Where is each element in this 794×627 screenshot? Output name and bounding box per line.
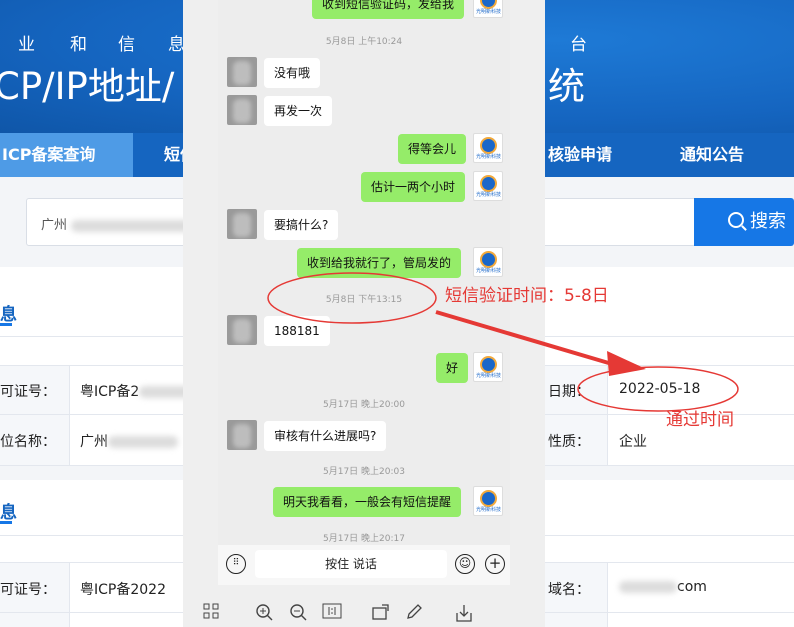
brand-logo-icon bbox=[480, 137, 497, 154]
field-label: 位名称： bbox=[0, 434, 56, 450]
chat-bubble-left[interactable]: 审核有什么进展吗? bbox=[264, 421, 387, 451]
field-value: 粤ICP备2022 bbox=[80, 582, 166, 598]
section-title: 息 bbox=[0, 305, 17, 325]
hold-to-talk-button[interactable]: 按住 说话 bbox=[255, 550, 447, 578]
chat-bubble-right[interactable]: 好 bbox=[436, 353, 469, 383]
field-label: 日期： bbox=[548, 384, 590, 400]
subtitle-char: 业 bbox=[18, 35, 37, 55]
chat-bubble-left[interactable]: 没有哦 bbox=[264, 58, 321, 88]
subtitle-char: 台 bbox=[570, 35, 589, 55]
chat-timestamp: 5月17日 晚上20:17 bbox=[323, 534, 405, 544]
avatar[interactable] bbox=[227, 315, 257, 345]
chat-bubble-left[interactable]: 再发一次 bbox=[264, 96, 333, 126]
brand-logo-icon bbox=[480, 490, 497, 507]
chat-bubble-right[interactable]: 明天我看看，一般会有短信提醒 bbox=[273, 487, 462, 517]
domain-value: com bbox=[619, 579, 707, 595]
search-button[interactable]: 搜索 bbox=[694, 198, 794, 246]
field-value: 粤ICP备2 bbox=[80, 381, 200, 401]
approval-date: 2022-05-18 bbox=[619, 381, 701, 397]
keyboard-icon[interactable]: ⠿ bbox=[226, 554, 246, 574]
chat-timestamp: 5月8日 上午10:24 bbox=[325, 37, 403, 47]
subtitle-char: 和 bbox=[70, 35, 89, 55]
nav-notice[interactable]: 通知公告 bbox=[680, 133, 744, 177]
avatar[interactable]: 光明新科技 bbox=[473, 486, 503, 516]
brand-logo-icon bbox=[480, 0, 497, 9]
site-title-left: CP/IP地址/ bbox=[0, 65, 175, 108]
section-underline bbox=[0, 521, 12, 524]
entity-type: 企业 bbox=[619, 434, 647, 450]
chat-bubble-left[interactable]: 188181 bbox=[264, 316, 330, 346]
chat-bubble-right[interactable]: 估计一两个小时 bbox=[361, 172, 466, 202]
nav-verify-apply[interactable]: 核验申请 bbox=[548, 133, 612, 177]
avatar[interactable] bbox=[227, 95, 257, 125]
section-title: 息 bbox=[0, 503, 17, 523]
zoom-out-icon[interactable] bbox=[289, 603, 307, 625]
chat-bubble-right[interactable]: 得等会儿 bbox=[398, 134, 467, 164]
actual-size-icon[interactable] bbox=[322, 603, 342, 623]
search-icon bbox=[728, 212, 744, 228]
chat-bubble-right[interactable]: 收到短信验证码，发给我 bbox=[312, 0, 465, 19]
site-title-right: 统 bbox=[548, 65, 585, 108]
chat-bubble-left[interactable]: 要搞什么? bbox=[264, 210, 339, 240]
search-value: 广州 bbox=[41, 218, 68, 233]
grid-icon[interactable] bbox=[203, 603, 219, 623]
brand-logo-icon bbox=[480, 175, 497, 192]
annotation-pass-time: 通过时间 bbox=[666, 410, 734, 430]
brand-logo-icon bbox=[480, 251, 497, 268]
field-value: 广州 bbox=[80, 431, 178, 451]
chat-window: 收到短信验证码，发给我 光明新科技 5月8日 上午10:24 没有哦 再发一次 … bbox=[183, 0, 545, 627]
zoom-in-icon[interactable] bbox=[255, 603, 273, 625]
edit-icon[interactable] bbox=[405, 603, 423, 625]
avatar[interactable]: 光明新科技 bbox=[473, 352, 503, 382]
chat-timestamp: 5月17日 晚上20:00 bbox=[323, 400, 405, 410]
avatar[interactable] bbox=[227, 57, 257, 87]
nav-icp-query[interactable]: ICP备案查询 bbox=[0, 133, 133, 177]
download-icon[interactable] bbox=[455, 603, 473, 627]
field-label: 性质： bbox=[548, 434, 590, 450]
avatar[interactable]: 光明新科技 bbox=[473, 0, 503, 18]
field-label: 可证号： bbox=[0, 384, 56, 400]
avatar[interactable]: 光明新科技 bbox=[473, 171, 503, 201]
avatar[interactable] bbox=[227, 420, 257, 450]
section-underline bbox=[0, 323, 12, 326]
search-button-label: 搜索 bbox=[750, 211, 786, 232]
chat-timestamp: 5月17日 晚上20:03 bbox=[323, 467, 405, 477]
rotate-icon[interactable] bbox=[371, 603, 391, 625]
chat-bubble-right[interactable]: 收到给我就行了，管局发的 bbox=[297, 248, 462, 278]
emoji-icon[interactable]: ☺ bbox=[455, 554, 475, 574]
redacted-text bbox=[71, 219, 192, 232]
avatar[interactable]: 光明新科技 bbox=[473, 247, 503, 277]
plus-icon[interactable]: + bbox=[485, 554, 505, 574]
field-label: 可证号： bbox=[0, 582, 56, 598]
avatar[interactable]: 光明新科技 bbox=[473, 133, 503, 163]
subtitle-char: 信 bbox=[118, 35, 137, 55]
field-label: 域名： bbox=[548, 582, 590, 598]
avatar[interactable] bbox=[227, 209, 257, 239]
annotation-sms-time: 短信验证时间：5-8日 bbox=[445, 286, 609, 306]
brand-logo-icon bbox=[480, 356, 497, 373]
